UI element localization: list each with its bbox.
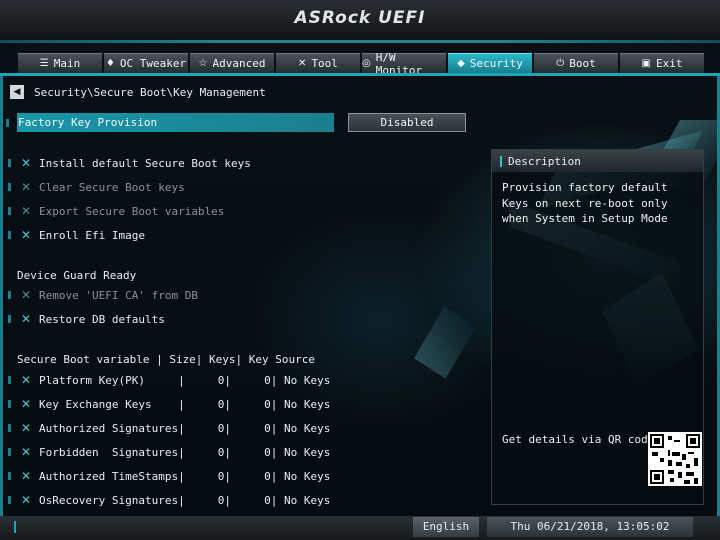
enroll-efi-image-item[interactable]: ✕ Enroll Efi Image	[8, 227, 145, 243]
install-default-keys-item[interactable]: ✕ Install default Secure Boot keys	[8, 155, 251, 171]
tab-oc-tweaker[interactable]: ♦ OC Tweaker	[104, 53, 188, 73]
power-icon: ⏻	[556, 58, 565, 69]
tab-label: OC Tweaker	[119, 57, 187, 70]
action-label: Enroll Efi Image	[39, 228, 145, 242]
wrench-icon: ✕	[20, 493, 32, 507]
variable-row-pk[interactable]: ✕ Platform Key(PK) | 0| 0| No Keys	[8, 372, 330, 388]
variable-row-dbr[interactable]: ✕ OsRecovery Signatures| 0| 0| No Keys	[8, 492, 330, 508]
exit-icon: ▣	[641, 58, 651, 69]
qr-label: Get details via QR code	[502, 433, 655, 446]
description-panel: Description Provision factory default Ke…	[491, 149, 704, 505]
breadcrumb-path: Security\Secure Boot\Key Management	[34, 85, 266, 99]
header-accent-line	[0, 40, 720, 43]
wrench-icon: ✕	[20, 312, 32, 326]
datetime-display: Thu 06/21/2018, 13:05:02	[487, 517, 693, 537]
tab-label: Advanced	[212, 57, 266, 70]
restore-db-defaults-item[interactable]: ✕ Restore DB defaults	[8, 311, 165, 327]
tab-label: Boot	[569, 57, 596, 70]
wrench-icon: ✕	[20, 469, 32, 483]
wrench-icon: ✕	[20, 228, 32, 242]
variable-text: Forbidden Signatures| 0| 0| No Keys	[39, 445, 331, 459]
main-tabs: ☰ Main ♦ OC Tweaker ☆ Advanced ✕ Tool ◎ H/W M…	[18, 51, 704, 77]
qr-code-icon	[648, 432, 702, 486]
factory-key-provision-select[interactable]: Disabled	[348, 113, 466, 132]
tab-label: Main	[53, 57, 81, 70]
variable-row-kek[interactable]: ✕ Key Exchange Keys | 0| 0| No Keys	[8, 396, 330, 412]
variable-row-dbt[interactable]: ✕ Authorized TimeStamps| 0| 0| No Keys	[8, 468, 330, 484]
variable-text: Key Exchange Keys | 0| 0| No Keys	[39, 397, 331, 411]
row-marker	[6, 115, 17, 131]
wrench-icon: ✕	[20, 156, 32, 170]
language-button[interactable]: English	[413, 517, 479, 537]
variables-header: Secure Boot variable | Size| Keys| Key S…	[17, 353, 316, 366]
device-guard-title: Device Guard Ready	[17, 269, 137, 282]
variable-text: Authorized Signatures| 0| 0| No Keys	[39, 421, 331, 435]
tab-exit[interactable]: ▣ Exit	[620, 53, 704, 73]
wrench-icon: ✕	[20, 421, 32, 435]
remove-uefi-ca-item: ✕ Remove 'UEFI CA' from DB	[8, 287, 198, 303]
factory-key-provision-label: Factory Key Provision	[18, 116, 158, 129]
variable-row-db[interactable]: ✕ Authorized Signatures| 0| 0| No Keys	[8, 420, 330, 436]
tab-label: Security	[469, 57, 523, 70]
tools-icon: ✕	[298, 58, 307, 69]
action-label: Restore DB defaults	[39, 312, 165, 326]
monitor-icon: ◎	[362, 58, 371, 69]
menu-icon: ☰	[39, 58, 49, 69]
description-header: Description	[492, 150, 703, 172]
brand-logo: ASRock UEFI	[294, 8, 426, 28]
tab-advanced[interactable]: ☆ Advanced	[190, 53, 274, 73]
tab-label: Tool	[311, 57, 338, 70]
variable-text: Platform Key(PK) | 0| 0| No Keys	[39, 373, 331, 387]
back-arrow-icon[interactable]: ◀	[10, 85, 24, 99]
tab-label: Exit	[655, 57, 683, 70]
action-label: Install default Secure Boot keys	[39, 156, 251, 170]
tab-hw-monitor[interactable]: ◎ H/W Monitor	[362, 51, 446, 77]
clear-keys-item: ✕ Clear Secure Boot keys	[8, 179, 185, 195]
description-title: Description	[508, 154, 581, 168]
breadcrumb: ◀ Security\Secure Boot\Key Management	[10, 84, 266, 100]
wrench-icon: ✕	[20, 180, 32, 194]
footer-marker	[14, 521, 16, 533]
wrench-icon: ✕	[20, 288, 32, 302]
action-label: Export Secure Boot variables	[39, 204, 225, 218]
header-bar: ASRock UEFI	[0, 0, 720, 44]
shield-icon: ◆	[457, 58, 465, 69]
export-variables-item: ✕ Export Secure Boot variables	[8, 203, 224, 219]
variable-row-dbx[interactable]: ✕ Forbidden Signatures| 0| 0| No Keys	[8, 444, 330, 460]
rocket-icon: ♦	[105, 58, 115, 69]
tab-main[interactable]: ☰ Main	[18, 53, 102, 73]
variable-text: Authorized TimeStamps| 0| 0| No Keys	[39, 469, 331, 483]
wrench-icon: ✕	[20, 445, 32, 459]
tab-boot[interactable]: ⏻ Boot	[534, 53, 618, 73]
wrench-icon: ✕	[20, 373, 32, 387]
tab-security[interactable]: ◆ Security	[448, 53, 532, 73]
wrench-icon: ✕	[20, 397, 32, 411]
action-label: Clear Secure Boot keys	[39, 180, 185, 194]
description-text: Provision factory default Keys on next r…	[502, 181, 668, 225]
star-icon: ☆	[198, 58, 208, 69]
action-label: Remove 'UEFI CA' from DB	[39, 288, 198, 302]
wrench-icon: ✕	[20, 204, 32, 218]
variable-text: OsRecovery Signatures| 0| 0| No Keys	[39, 493, 331, 507]
tab-tool[interactable]: ✕ Tool	[276, 53, 360, 73]
